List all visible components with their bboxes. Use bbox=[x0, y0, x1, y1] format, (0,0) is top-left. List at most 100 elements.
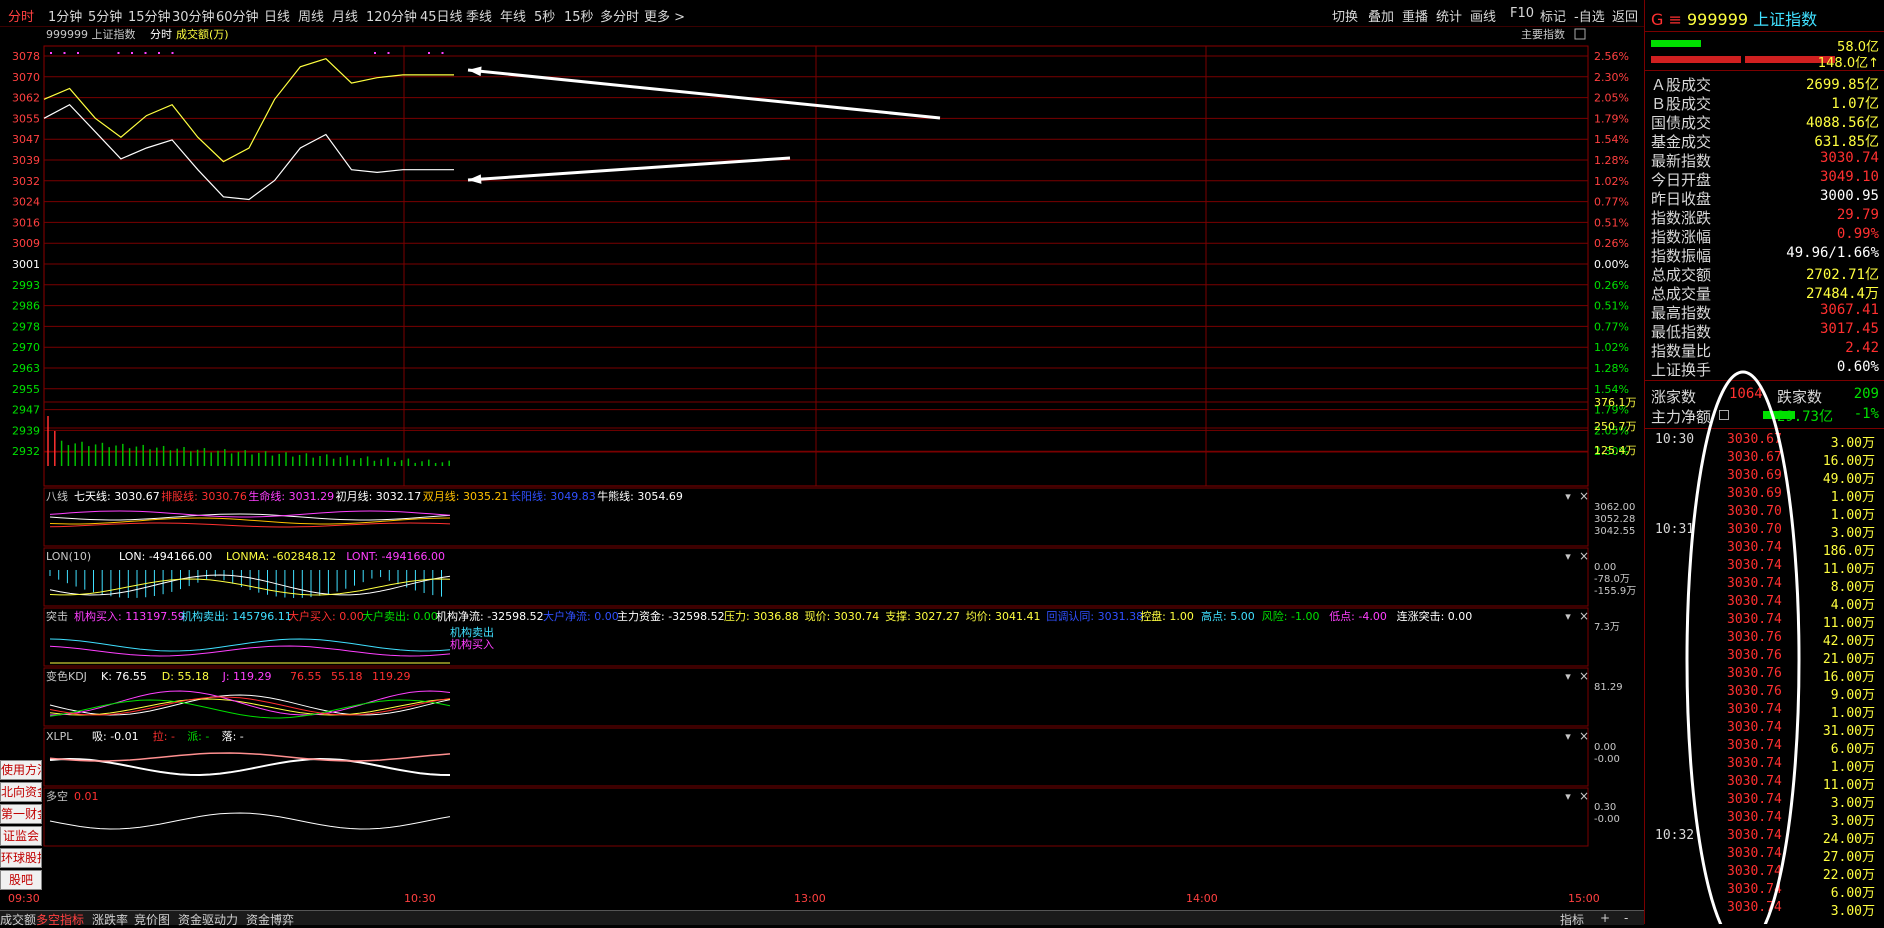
price-tick: 3009 bbox=[12, 237, 40, 250]
stat-row: 昨日收盘 3000.95 bbox=[1651, 188, 1879, 208]
stat-row: 最新指数 3030.74 bbox=[1651, 150, 1879, 170]
chart-canvas[interactable]: 3078 2.56% 3070 2.30% 3062 2.05% 3055 1.79% 3047… bbox=[0, 26, 1644, 910]
side-button-4[interactable]: 环球股指 bbox=[0, 848, 42, 868]
panel-value: 76.55 bbox=[290, 670, 322, 683]
volume-tick: 125.4万 bbox=[1594, 444, 1637, 457]
tool-button-1[interactable]: 叠加 bbox=[1368, 6, 1394, 25]
pct-tick: 1.28% bbox=[1594, 154, 1629, 167]
panel-tick: 3062.00 bbox=[1594, 502, 1635, 513]
stat-row: 最高指数 3067.41 bbox=[1651, 302, 1879, 322]
stat-row: 基金成交 631.85亿 bbox=[1651, 131, 1879, 151]
panel-value: 0.01 bbox=[74, 790, 99, 803]
panel-toggle-icon[interactable] bbox=[1574, 28, 1586, 40]
tool-button-7[interactable]: -自选 bbox=[1574, 6, 1605, 25]
stat-label: Ｂ股成交 bbox=[1651, 95, 1712, 113]
time-label: 13:00 bbox=[794, 892, 826, 905]
indicator-tab-3[interactable]: 竞价图 bbox=[134, 911, 170, 928]
stat-label: 总成交量 bbox=[1651, 285, 1712, 303]
period-tab-13[interactable]: 5秒 bbox=[534, 6, 555, 25]
panel-tick: 0.00 bbox=[1594, 742, 1616, 753]
indicator-control-2[interactable]: - bbox=[1624, 911, 1628, 925]
indicator-line bbox=[49, 752, 451, 762]
tool-button-8[interactable]: 返回 bbox=[1612, 6, 1638, 25]
period-tab-0[interactable]: 分时 bbox=[8, 6, 34, 25]
quote-name: 上证指数 bbox=[1753, 10, 1818, 29]
panel-name: XLPL bbox=[46, 730, 73, 743]
price-tick: 3024 bbox=[12, 196, 40, 209]
indicator-line bbox=[49, 812, 451, 830]
indicator-control-1[interactable]: + bbox=[1600, 911, 1610, 925]
tool-button-5[interactable]: F10 bbox=[1510, 6, 1534, 21]
pct-tick: 0.00% bbox=[1594, 258, 1629, 271]
quote-title: G ≡ 999999 上证指数 bbox=[1651, 6, 1817, 30]
indicator-control-0[interactable]: 指标 bbox=[1560, 911, 1584, 928]
indicator-panel-3 bbox=[43, 667, 1589, 727]
collapse-icon: ▾ bbox=[1565, 670, 1571, 683]
period-tab-14[interactable]: 15秒 bbox=[564, 6, 594, 25]
panel-value: 派: - bbox=[187, 730, 209, 743]
indicator-line bbox=[49, 645, 451, 657]
indicator-tab-4[interactable]: 资金驱动力 bbox=[178, 911, 238, 928]
close-icon: × bbox=[1579, 789, 1589, 803]
panel-value: 现价: 3030.74 bbox=[805, 610, 880, 623]
stat-value: 631.85亿 bbox=[1814, 134, 1879, 150]
volume-tick: 250.7万 bbox=[1594, 420, 1637, 433]
tool-button-0[interactable]: 切换 bbox=[1332, 6, 1358, 25]
side-button-0[interactable]: 使用方法 bbox=[0, 760, 42, 780]
price-tick: 2978 bbox=[12, 320, 40, 333]
period-tab-3[interactable]: 15分钟 bbox=[128, 6, 171, 25]
panel-value: 119.29 bbox=[372, 670, 411, 683]
tool-button-4[interactable]: 画线 bbox=[1470, 6, 1496, 25]
panel-value: 回调认同: 3031.38 bbox=[1046, 610, 1143, 623]
side-button-5[interactable]: 股吧 bbox=[0, 870, 42, 890]
stat-row: Ｂ股成交 1.07亿 bbox=[1651, 93, 1879, 113]
signal-dot bbox=[144, 52, 147, 54]
panel-value: 高点: 5.00 bbox=[1201, 609, 1255, 623]
pct-tick: 0.77% bbox=[1594, 320, 1629, 333]
period-tab-1[interactable]: 1分钟 bbox=[48, 6, 82, 25]
panel-value: K: 76.55 bbox=[101, 670, 147, 683]
tool-button-3[interactable]: 统计 bbox=[1436, 6, 1462, 25]
side-button-1[interactable]: 北向资金 bbox=[0, 782, 42, 802]
tool-button-2[interactable]: 重播 bbox=[1402, 6, 1428, 25]
signal-dot bbox=[374, 52, 376, 54]
price-tick: 2993 bbox=[12, 279, 40, 292]
period-tab-4[interactable]: 30分钟 bbox=[172, 6, 215, 25]
period-tab-6[interactable]: 日线 bbox=[264, 6, 290, 25]
indicator-tab-1[interactable]: 多空指标 bbox=[36, 911, 84, 928]
period-tab-8[interactable]: 月线 bbox=[332, 6, 358, 25]
side-button-2[interactable]: 第一财金 bbox=[0, 804, 42, 824]
period-tab-9[interactable]: 120分钟 bbox=[366, 6, 417, 25]
collapse-icon: ▾ bbox=[1565, 550, 1571, 563]
period-tab-12[interactable]: 年线 bbox=[500, 6, 526, 25]
period-tab-5[interactable]: 60分钟 bbox=[216, 6, 259, 25]
period-tab-15[interactable]: 多分时 bbox=[600, 6, 639, 25]
side-button-3[interactable]: 证监会 bbox=[0, 826, 42, 846]
indicator-tab-2[interactable]: 涨跌率 bbox=[92, 911, 128, 928]
panel-value: 初月线: 3032.17 bbox=[336, 489, 422, 503]
period-tab-7[interactable]: 周线 bbox=[298, 6, 324, 25]
period-tab-11[interactable]: 季线 bbox=[466, 6, 492, 25]
tool-button-6[interactable]: 标记 bbox=[1540, 6, 1566, 25]
stat-label: 基金成交 bbox=[1651, 133, 1712, 151]
panel-tick: 3042.55 bbox=[1594, 526, 1635, 537]
indicator-tab-0[interactable]: 成交额 bbox=[0, 911, 36, 928]
panel-tick: 81.29 bbox=[1594, 682, 1623, 693]
quote-code: 999999 bbox=[1686, 10, 1749, 29]
buy-strength-bar bbox=[1651, 40, 1701, 47]
menu-icon[interactable]: G ≡ bbox=[1651, 10, 1682, 29]
pct-tick: 2.56% bbox=[1594, 50, 1629, 63]
pct-tick: 0.26% bbox=[1594, 237, 1629, 250]
sell-strength-bar-a bbox=[1651, 56, 1741, 63]
panel-tick: 3052.28 bbox=[1594, 514, 1635, 525]
period-tab-2[interactable]: 5分钟 bbox=[88, 6, 122, 25]
panel-value: LONT: -494166.00 bbox=[346, 550, 445, 563]
collapse-icon: ▾ bbox=[1565, 490, 1571, 503]
legend-label: 机构买入 bbox=[450, 637, 494, 651]
indicator-tab-5[interactable]: 资金博弈 bbox=[246, 911, 294, 928]
price-tick: 2939 bbox=[12, 424, 40, 437]
signal-dot bbox=[117, 52, 120, 54]
legend-label: 机构卖出 bbox=[450, 625, 494, 639]
period-tab-16[interactable]: 更多 > bbox=[644, 6, 685, 25]
period-tab-10[interactable]: 45日线 bbox=[420, 6, 463, 25]
